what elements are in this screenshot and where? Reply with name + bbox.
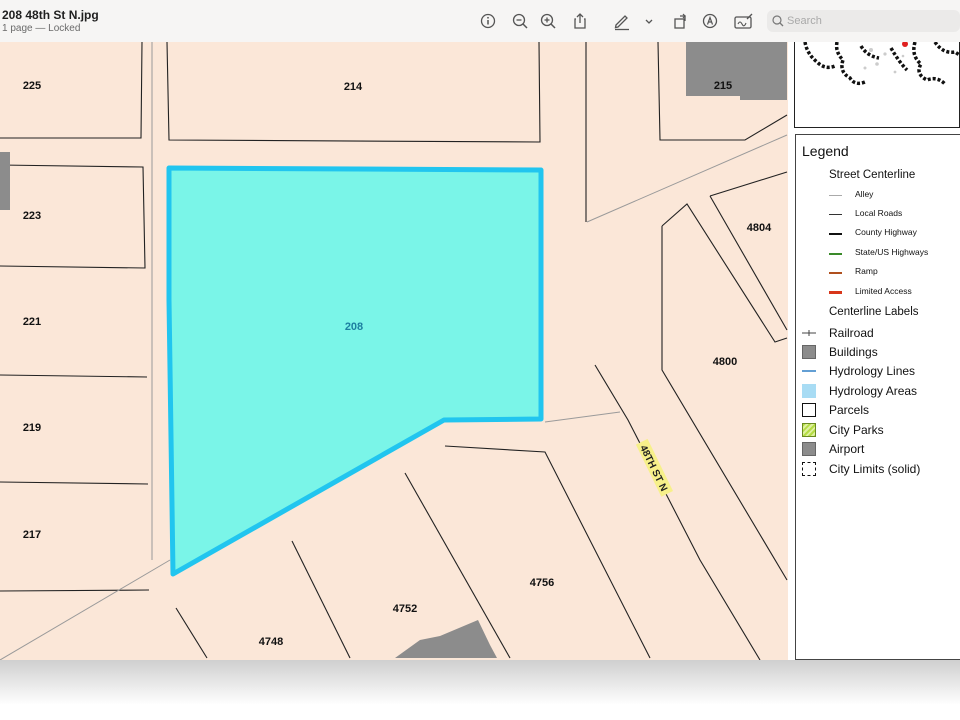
info-icon[interactable] [478,11,498,31]
rotate-icon[interactable] [671,11,691,31]
legend-swatch-city-parks [802,423,816,437]
window-shadow [0,660,960,720]
legend-swatch-local-roads [829,214,842,215]
search-box[interactable] [767,10,960,32]
legend-swatch-alley [829,195,842,196]
lot-line-219-217 [0,481,149,485]
markup-icon[interactable] [700,11,720,31]
legend-swatch-hydrology-lines [802,364,816,378]
legend-swatch-hydrology-areas [802,384,816,398]
search-input[interactable] [787,12,952,30]
parcel-label-4800: 4800 [713,356,737,368]
legend-title: Legend [802,143,849,159]
building-215 [686,42,787,100]
map-view[interactable]: 225 214 215 223 4804 221 208 4800 219 21… [0,42,788,660]
parcel-label-223: 223 [23,210,41,222]
legend-label-limited-access: Limited Access [855,286,912,296]
legend-panel: Legend Street Centerline Alley Local Roa… [795,134,960,660]
legend-swatch-city-limits [802,462,816,476]
parcel-4804-top [709,171,788,197]
street-label-group: 48TH ST N [635,438,674,497]
building-west [0,152,10,210]
legend-swatch-state-highways [829,253,842,255]
parcel-label-4756: 4756 [530,577,554,589]
window-subtitle: 1 page — Locked [2,23,81,34]
parcel-223[interactable] [0,164,146,269]
parcel-4748-side [291,540,351,659]
parcel-label-217: 217 [23,529,41,541]
zoom-out-icon[interactable] [510,11,530,31]
building-4752 [395,620,497,658]
legend-swatch-buildings [802,345,816,359]
parcel-225[interactable] [0,42,143,139]
legend-swatch-parcels [802,403,816,417]
legend-label-local-roads: Local Roads [855,208,903,218]
legend-label-hydrology-lines: Hydrology Lines [829,364,916,378]
location-marker [902,42,908,47]
street-edge-east [594,364,761,660]
parcel-west-side [175,607,208,659]
zoom-in-icon[interactable] [538,11,558,31]
legend-label-state-highways: State/US Highways [855,247,929,257]
parcel-label-221: 221 [23,316,41,328]
legend-label-county-highway: County Highway [855,227,917,237]
parcel-map: 225 214 215 223 4804 221 208 4800 219 21… [0,42,788,660]
parcel-4804-side [709,195,788,331]
legend-centerline-labels: Centerline Labels [829,306,919,318]
parcel-label-4748: 4748 [259,636,283,648]
legend-label-airport: Airport [829,442,865,456]
toolbar: 208 48th St N.jpg 1 page — Locked [0,0,960,43]
signature-icon[interactable] [733,11,755,31]
legend-label-alley: Alley [855,189,874,199]
lot-line-221-219 [0,374,148,378]
parcel-label-219: 219 [23,422,41,434]
legend-swatch-airport [802,442,816,456]
overview-map [794,42,960,128]
search-icon [771,13,785,34]
markup-pen-icon[interactable] [612,11,632,31]
legend-swatch-limited-access [829,291,842,294]
legend-label-railroad: Railroad [829,326,874,340]
alley-line-southwest [0,559,171,660]
parcel-4800-side [661,226,788,581]
window-title: 208 48th St N.jpg [2,8,99,22]
legend-swatch-ramp [829,272,842,274]
legend-label-hydrology-areas: Hydrology Areas [829,384,918,398]
legend-swatch-county-highway [829,233,842,235]
panel-divider [788,42,794,660]
legend-street-centerline: Street Centerline [829,169,916,181]
share-icon[interactable] [570,11,590,31]
legend-label-ramp: Ramp [855,266,878,276]
city-limits-outline [803,42,959,86]
legend-label-parcels: Parcels [829,403,870,417]
lot-line-217 [0,589,150,592]
chevron-down-icon[interactable] [641,11,657,31]
parcel-label-208: 208 [345,321,363,333]
legend-label-city-limits: City Limits (solid) [829,462,921,476]
alley-line-north [586,134,788,223]
legend-swatch-railroad [802,326,816,340]
parcel-label-225: 225 [23,80,41,92]
parcel-label-4752: 4752 [393,603,417,615]
parcel-label-215: 215 [714,80,732,92]
parcel-label-4804: 4804 [747,222,772,234]
legend-label-city-parks: City Parks [829,423,884,437]
alley-line-east [544,411,621,423]
selected-parcel-208[interactable] [166,165,544,577]
legend-label-buildings: Buildings [829,345,878,359]
parcel-label-214: 214 [344,81,363,93]
